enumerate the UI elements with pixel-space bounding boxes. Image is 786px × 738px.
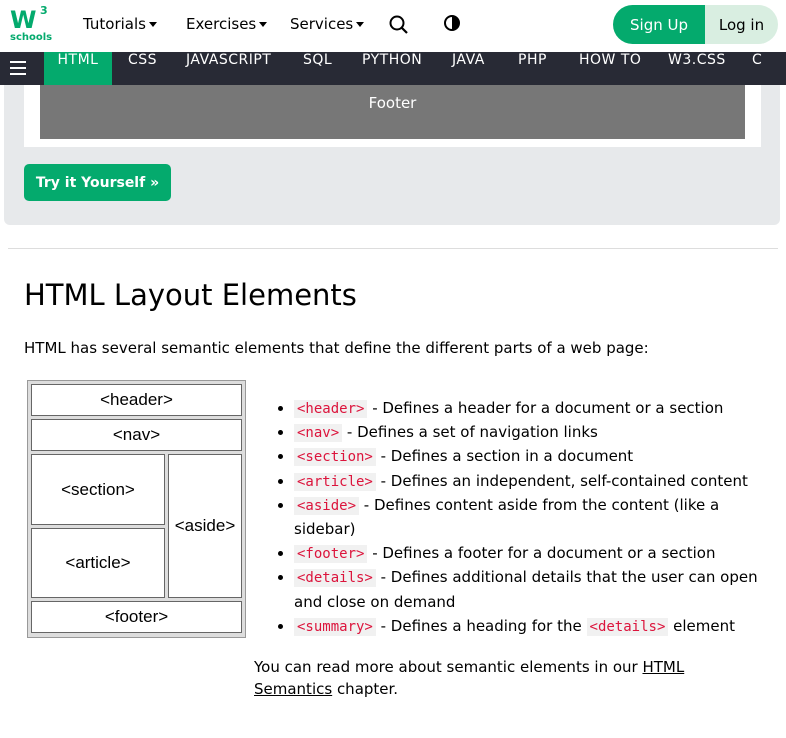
services-label: Services [290,15,354,33]
code-tag: <article> [294,472,376,491]
list-item: <section> - Defines a section in a docum… [294,444,784,468]
tutorials-menu[interactable]: Tutorials [83,15,157,33]
code-tag: <details> [586,617,669,636]
services-menu[interactable]: Services [290,15,365,33]
nav-item-how-to[interactable]: HOW TO [579,52,641,85]
list-item-text: element [668,616,735,635]
code-tag: <details> [294,569,376,588]
nav-item-html[interactable]: HTML [44,52,112,85]
list-item-text: - Defines a footer for a document or a s… [367,544,716,563]
example-footer: Footer [40,85,745,139]
example-output-frame: Footer [24,85,761,147]
caret-down-icon [148,22,157,27]
list-item: <header> - Defines a header for a docume… [294,396,784,420]
diagram-aside: <aside> [168,454,242,598]
try-it-yourself-button[interactable]: Try it Yourself » [24,164,171,201]
page-title: HTML Layout Elements [24,278,357,312]
layout-elements-list: <header> - Defines a header for a docume… [274,396,784,638]
list-item: <nav> - Defines a set of navigation link… [294,420,784,444]
diagram-article: <article> [31,528,165,598]
logo-superscript: 3 [40,4,48,17]
diagram-nav: <nav> [31,419,242,451]
diagram-footer: <footer> [31,601,242,633]
search-icon[interactable] [388,14,410,36]
example-container: Footer Try it Yourself » [4,85,780,225]
read-more-prefix: You can read more about semantic element… [254,658,643,676]
code-tag: <header> [294,400,368,418]
list-item: <details> - Defines additional details t… [294,565,784,613]
theme-toggle-icon[interactable] [441,12,463,34]
hamburger-menu-icon[interactable] [10,61,26,75]
read-more-text: You can read more about semantic element… [254,656,754,700]
logo-mark: W [10,6,37,34]
intro-text: HTML has several semantic elements that … [24,339,649,357]
layout-diagram: <header> <nav> <section> <article> <asid… [27,380,246,638]
code-tag: <section> [294,448,376,467]
caret-down-icon [259,22,268,27]
diagram-section: <section> [31,454,165,525]
list-item-text: - Defines a heading for the [375,616,587,635]
list-item: <aside> - Defines content aside from the… [294,493,784,541]
code-tag: <nav> [294,424,343,443]
nav-item-php[interactable]: PHP [518,52,547,85]
sign-up-button[interactable]: Sign Up [613,5,705,44]
nav-item-python[interactable]: PYTHON [362,52,422,85]
list-item-text: - Defines a section in a document [375,447,634,466]
list-item: <footer> - Defines a footer for a docume… [294,541,784,565]
w3schools-logo[interactable]: W 3 schools [10,4,54,44]
code-tag: <summary> [294,617,376,636]
topic-nav-bar: HTML CSS JAVASCRIPT SQL PYTHON JAVA PHP … [0,52,786,85]
top-bar: W 3 schools Tutorials Exercises Services… [0,0,786,52]
read-more-suffix: chapter. [332,680,399,698]
code-tag: <footer> [294,545,368,564]
divider [8,248,778,249]
exercises-label: Exercises [186,15,257,33]
list-item-text: - Defines a set of navigation links [342,423,598,442]
nav-item-c[interactable]: C [752,52,762,85]
caret-down-icon [356,22,365,27]
logo-subtext: schools [10,32,53,43]
log-in-button[interactable]: Log in [705,5,778,44]
nav-item-w3css[interactable]: W3.CSS [668,52,726,85]
nav-item-css[interactable]: CSS [128,52,157,85]
nav-item-javascript[interactable]: JAVASCRIPT [186,52,271,85]
list-item: <article> - Defines an independent, self… [294,469,784,493]
nav-item-sql[interactable]: SQL [303,52,332,85]
list-item: <summary> - Defines a heading for the <d… [294,614,784,638]
code-tag: <aside> [294,496,360,515]
exercises-menu[interactable]: Exercises [186,15,268,33]
list-item-text: - Defines an independent, self-contained… [375,471,748,490]
nav-item-java[interactable]: JAVA [452,52,485,85]
diagram-header: <header> [31,384,242,416]
list-item-text: - Defines a header for a document or a s… [367,399,724,417]
tutorials-label: Tutorials [83,15,146,33]
